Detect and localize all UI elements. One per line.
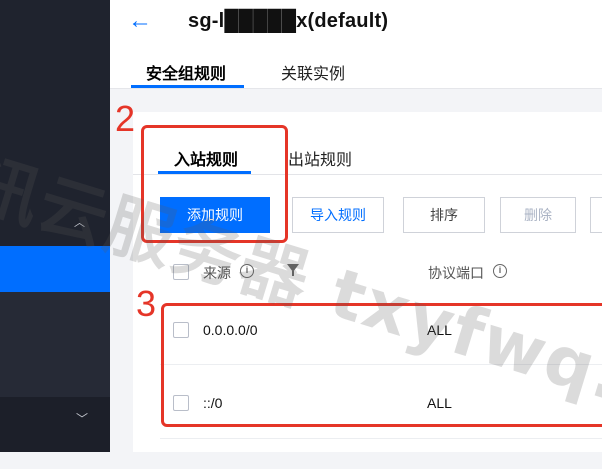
chevron-down-icon[interactable]: ﹀: [76, 410, 88, 427]
arrow-left-icon[interactable]: ←: [128, 7, 152, 35]
page-title: sg-l█████x(default): [188, 10, 389, 32]
delete-button[interactable]: 删除: [500, 197, 576, 233]
sidebar-item-collapsed[interactable]: [0, 397, 110, 452]
active-tab-indicator: [131, 85, 244, 88]
tab-outbound-rules[interactable]: 出站规则: [288, 146, 352, 170]
annotation-number-3: 3: [136, 283, 157, 324]
info-icon[interactable]: i: [493, 264, 507, 278]
sidebar-section-lower: [0, 292, 110, 397]
tab-security-group-rules[interactable]: 安全组规则: [146, 60, 226, 84]
more-button[interactable]: [590, 197, 602, 233]
tab-associated-instances[interactable]: 关联实例: [281, 60, 345, 84]
sort-button[interactable]: 排序: [403, 197, 485, 233]
annotation-number-2: 2: [115, 98, 136, 139]
